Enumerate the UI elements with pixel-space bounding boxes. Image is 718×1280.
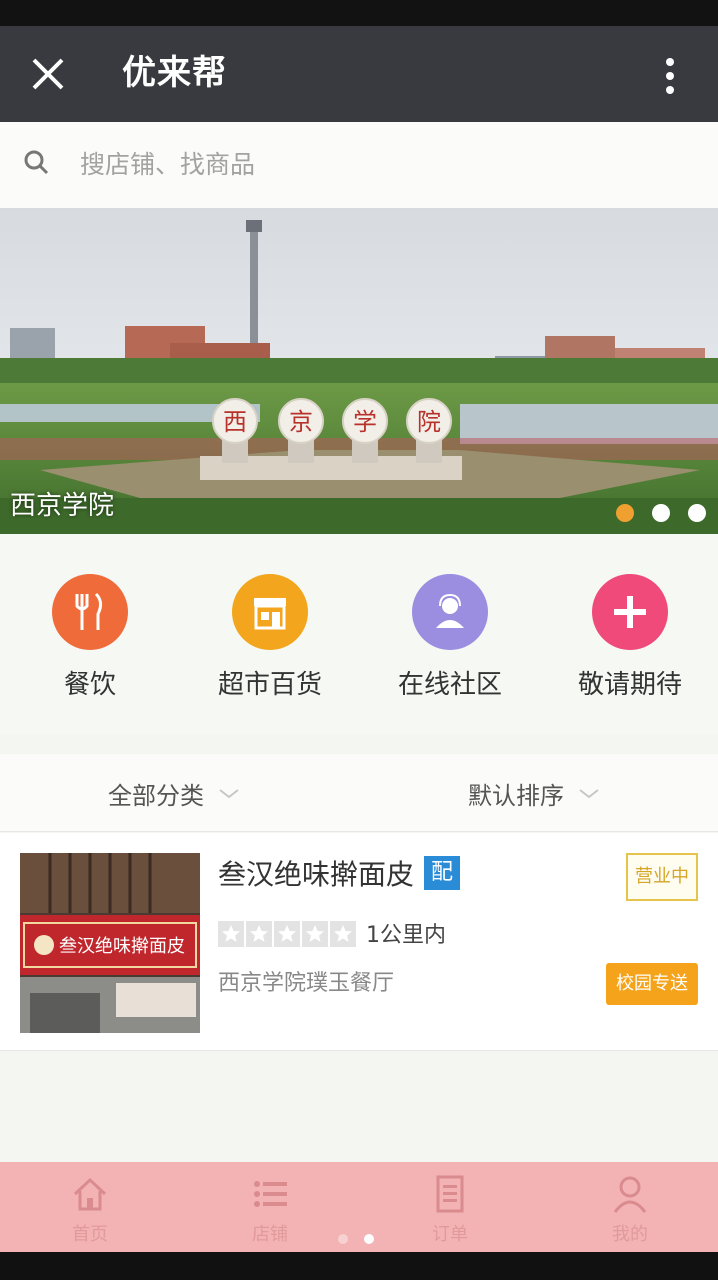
list-icon (254, 1181, 287, 1207)
more-button[interactable] (642, 48, 698, 104)
sign-char: 京 (289, 408, 313, 436)
tab-home[interactable]: 首页 (0, 1174, 180, 1246)
tab-label: 店铺 (252, 1224, 288, 1245)
shop-list-item[interactable]: 叁汉绝味擀面皮 叁汉绝味擀面皮 配 营业中 1公里内 西京学院璞玉餐厅 校园专送 (0, 833, 718, 1051)
more-vertical-icon (666, 58, 674, 94)
star-icon (302, 921, 328, 947)
carousel-dot[interactable] (688, 504, 706, 522)
search-bar[interactable] (0, 122, 718, 208)
chevron-down-icon (219, 788, 239, 798)
fork-knife-icon (75, 592, 103, 630)
carousel-dot[interactable] (616, 504, 634, 522)
category-icon-bg (412, 574, 488, 650)
status-badge: 营业中 (626, 853, 698, 901)
tab-orders[interactable]: 订单 (360, 1174, 540, 1246)
category-dining[interactable]: 餐饮 (0, 574, 180, 701)
system-nav-strip (0, 1252, 718, 1280)
shop-distance: 1公里内 (366, 923, 446, 948)
campus-delivery-tag: 校园专送 (606, 963, 698, 1005)
star-icon (330, 921, 356, 947)
carousel-dot[interactable] (652, 504, 670, 522)
category-icon-bg (52, 574, 128, 650)
category-icon-bg (232, 574, 308, 650)
bottom-tab-bar: 首页 店铺 订单 我的 (0, 1162, 718, 1252)
search-input[interactable] (80, 140, 680, 188)
sign-char: 院 (417, 408, 441, 436)
close-button[interactable] (18, 44, 78, 104)
category-label: 在线社区 (397, 670, 502, 700)
sign-char: 西 (223, 408, 247, 436)
title-bar: 优来帮 (0, 26, 718, 122)
shop-name: 叁汉绝味擀面皮 (218, 858, 415, 891)
star-icon (218, 921, 244, 947)
filter-label: 默认排序 (468, 782, 564, 810)
category-label: 餐饮 (63, 670, 116, 700)
star-icon (246, 921, 272, 947)
tab-profile[interactable]: 我的 (540, 1174, 718, 1246)
plus-icon (614, 596, 646, 628)
category-icon-bg (592, 574, 668, 650)
category-grid: 餐饮 超市百货 在线社区 敬请期待 (0, 534, 718, 734)
delivery-badge: 配 (424, 856, 461, 890)
category-label: 敬请期待 (577, 670, 682, 700)
star-rating (218, 921, 356, 947)
tab-label: 首页 (72, 1224, 108, 1245)
page-indicator (338, 1234, 374, 1244)
banner-carousel[interactable]: 西 京 学 院 西京学院 (0, 208, 718, 534)
status-strip (0, 0, 718, 26)
page-title: 优来帮 (122, 53, 227, 93)
filter-label: 全部分类 (108, 782, 204, 810)
home-icon (73, 1177, 107, 1211)
tab-label: 订单 (432, 1224, 468, 1245)
carousel-dots (616, 504, 706, 522)
filter-bar: 全部分类 默认排序 (0, 754, 718, 832)
tab-label: 我的 (612, 1224, 648, 1245)
search-icon (24, 150, 49, 175)
page-content: 西 京 学 院 西京学院 餐饮 (0, 122, 718, 1162)
shop-thumbnail: 叁汉绝味擀面皮 (20, 853, 200, 1033)
user-icon (613, 1176, 647, 1213)
page-dot (338, 1234, 348, 1244)
storefront-sign-text: 叁汉绝味擀面皮 (59, 936, 185, 957)
chevron-down-icon (579, 788, 599, 798)
banner-caption: 西京学院 (10, 491, 115, 521)
category-supermarket[interactable]: 超市百货 (180, 574, 360, 701)
category-coming-soon[interactable]: 敬请期待 (540, 574, 718, 701)
category-label: 超市百货 (217, 670, 322, 700)
shop-name-row: 叁汉绝味擀面皮 配 (218, 853, 461, 893)
tab-shops[interactable]: 店铺 (180, 1174, 360, 1246)
close-icon (32, 58, 64, 90)
store-icon (254, 598, 286, 630)
page-dot (364, 1234, 374, 1244)
category-community[interactable]: 在线社区 (360, 574, 540, 701)
sort-dropdown[interactable]: 默认排序 (468, 776, 600, 811)
order-icon (436, 1175, 464, 1213)
sign-char: 学 (353, 408, 377, 436)
star-icon (274, 921, 300, 947)
category-filter-dropdown[interactable]: 全部分类 (108, 776, 240, 811)
shop-address: 西京学院璞玉餐厅 (218, 971, 395, 996)
support-agent-icon (436, 593, 464, 628)
